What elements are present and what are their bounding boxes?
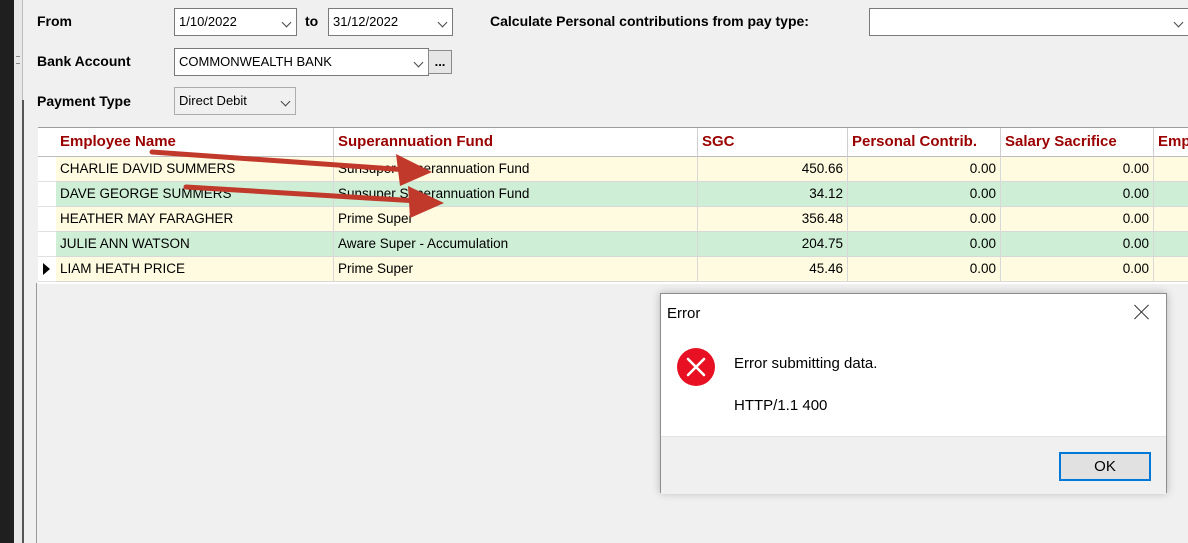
salary-sacrifice-cell[interactable]: 0.00 [1001, 182, 1154, 207]
row-selector[interactable] [38, 207, 56, 232]
personal-contrib-cell[interactable]: 0.00 [848, 207, 1001, 232]
row-selector[interactable] [38, 232, 56, 257]
row-selector[interactable] [38, 157, 56, 182]
employee-name-cell[interactable]: HEATHER MAY FARAGHER [56, 207, 334, 232]
from-date-picker[interactable]: 1/10/2022 [174, 8, 297, 36]
salary-sacrifice-cell[interactable]: 0.00 [1001, 207, 1154, 232]
current-row-indicator-icon [43, 263, 50, 275]
from-label: From [37, 13, 72, 29]
error-icon [677, 348, 715, 386]
column-header-super-fund[interactable]: Superannuation Fund [334, 128, 698, 157]
header-corner [38, 128, 56, 157]
emp-cell[interactable] [1154, 182, 1188, 207]
column-header-sgc[interactable]: SGC [698, 128, 848, 157]
employee-name-cell[interactable]: DAVE GEORGE SUMMERS [56, 182, 334, 207]
sgc-cell[interactable]: 450.66 [698, 157, 848, 182]
dialog-title: Error [667, 305, 701, 322]
row-selector[interactable] [38, 182, 56, 207]
chevron-down-icon[interactable] [1175, 9, 1182, 35]
personal-contrib-cell[interactable]: 0.00 [848, 257, 1001, 282]
emp-cell[interactable] [1154, 232, 1188, 257]
dialog-footer: OK [661, 436, 1166, 494]
error-dialog[interactable]: Error Error submitting data. HTTP/1.1 40… [660, 293, 1167, 494]
payment-type-label: Payment Type [37, 93, 131, 109]
personal-contrib-cell[interactable]: 0.00 [848, 182, 1001, 207]
from-date-value: 1/10/2022 [179, 14, 237, 29]
to-date-value: 31/12/2022 [333, 14, 399, 29]
employee-name-cell[interactable]: JULIE ANN WATSON [56, 232, 334, 257]
salary-sacrifice-cell[interactable]: 0.00 [1001, 232, 1154, 257]
personal-contrib-cell[interactable]: 0.00 [848, 232, 1001, 257]
table-row[interactable]: LIAM HEATH PRICE Prime Super 45.46 0.00 … [38, 257, 1188, 282]
calc-paytype-label: Calculate Personal contributions from pa… [490, 13, 809, 29]
row-selector[interactable] [38, 257, 56, 282]
sgc-cell[interactable]: 356.48 [698, 207, 848, 232]
bank-account-label: Bank Account [37, 53, 131, 69]
salary-sacrifice-cell[interactable]: 0.00 [1001, 257, 1154, 282]
super-fund-cell[interactable]: Prime Super [334, 257, 698, 282]
payment-type-select[interactable]: Direct Debit [174, 87, 296, 115]
table-row[interactable]: DAVE GEORGE SUMMERS Sunsuper Superannuat… [38, 182, 1188, 207]
employee-name-cell[interactable]: CHARLIE DAVID SUMMERS [56, 157, 334, 182]
personal-contrib-cell[interactable]: 0.00 [848, 157, 1001, 182]
emp-cell[interactable] [1154, 257, 1188, 282]
emp-cell[interactable] [1154, 157, 1188, 182]
sgc-cell[interactable]: 204.75 [698, 232, 848, 257]
employee-name-cell[interactable]: LIAM HEATH PRICE [56, 257, 334, 282]
error-message: Error submitting data. [734, 355, 878, 372]
super-fund-cell[interactable]: Aware Super - Accumulation [334, 232, 698, 257]
sgc-cell[interactable]: 34.12 [698, 182, 848, 207]
emp-cell[interactable] [1154, 207, 1188, 232]
paytype-select[interactable] [869, 8, 1188, 36]
column-header-salary-sacrifice[interactable]: Salary Sacrifice [1001, 128, 1154, 157]
employee-super-grid[interactable]: Employee Name Superannuation Fund SGC Pe… [38, 127, 1188, 284]
bank-account-value: COMMONWEALTH BANK [179, 54, 332, 69]
salary-sacrifice-cell[interactable]: 0.00 [1001, 157, 1154, 182]
to-date-picker[interactable]: 31/12/2022 [328, 8, 453, 36]
table-row[interactable]: CHARLIE DAVID SUMMERS Sunsuper Superannu… [38, 157, 1188, 182]
divider [22, 100, 24, 543]
chevron-down-icon[interactable] [415, 49, 422, 75]
column-header-employee-name[interactable]: Employee Name [56, 128, 334, 157]
to-label: to [305, 13, 319, 29]
bank-account-select[interactable]: COMMONWEALTH BANK [174, 48, 429, 76]
super-fund-cell[interactable]: Prime Super [334, 207, 698, 232]
ok-button[interactable]: OK [1059, 452, 1151, 481]
column-header-personal-contrib[interactable]: Personal Contrib. [848, 128, 1001, 157]
payment-type-value: Direct Debit [179, 93, 247, 108]
column-header-emp[interactable]: Emp [1154, 128, 1188, 157]
close-icon[interactable] [1132, 302, 1152, 322]
super-fund-cell[interactable]: Sunsuper Superannuation Fund [334, 157, 698, 182]
sgc-cell[interactable]: 45.46 [698, 257, 848, 282]
grid-header-row: Employee Name Superannuation Fund SGC Pe… [38, 128, 1188, 157]
table-row[interactable]: HEATHER MAY FARAGHER Prime Super 356.48 … [38, 207, 1188, 232]
chevron-down-icon[interactable] [282, 88, 289, 114]
error-detail: HTTP/1.1 400 [734, 397, 828, 414]
grid-border [36, 283, 37, 543]
splitter-grip[interactable] [16, 56, 20, 64]
chevron-down-icon[interactable] [283, 9, 290, 35]
window-edge [0, 0, 14, 543]
super-fund-cell[interactable]: Sunsuper Superannuation Fund [334, 182, 698, 207]
table-row[interactable]: JULIE ANN WATSON Aware Super - Accumulat… [38, 232, 1188, 257]
chevron-down-icon[interactable] [439, 9, 446, 35]
bank-browse-button[interactable]: ... [428, 50, 452, 74]
